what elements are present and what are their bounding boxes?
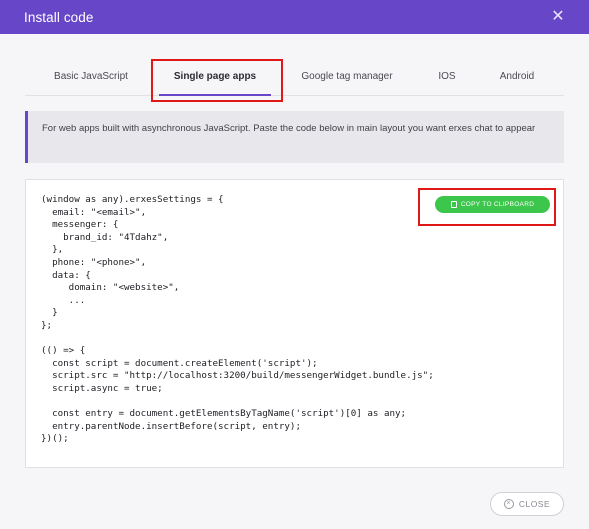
tab-google-tag-manager[interactable]: Google tag manager — [291, 56, 403, 96]
code-block: (window as any).erxesSettings = { email:… — [25, 179, 564, 468]
tab-android[interactable]: Android — [491, 56, 543, 96]
active-tab-indicator — [159, 94, 271, 96]
close-icon[interactable]: ✕ — [549, 8, 567, 26]
info-message: For web apps built with asynchronous Jav… — [25, 111, 564, 163]
close-button[interactable]: × CLOSE — [490, 492, 564, 516]
copy-button-label: COPY TO CLIPBOARD — [460, 201, 535, 208]
info-text: For web apps built with asynchronous Jav… — [42, 123, 536, 134]
close-circle-icon: × — [503, 499, 514, 509]
tab-ios[interactable]: IOS — [425, 56, 469, 96]
tab-basic-javascript[interactable]: Basic JavaScript — [39, 56, 143, 96]
modal-body: Basic JavaScript Single page apps Google… — [0, 34, 589, 529]
code-snippet[interactable]: (window as any).erxesSettings = { email:… — [41, 194, 434, 446]
copy-icon — [450, 201, 457, 208]
tab-bar: Basic JavaScript Single page apps Google… — [25, 56, 564, 96]
copy-to-clipboard-button[interactable]: COPY TO CLIPBOARD — [435, 196, 550, 213]
close-button-label: CLOSE — [518, 499, 551, 509]
tab-single-page-apps[interactable]: Single page apps — [159, 56, 271, 96]
modal-header: Install code ✕ — [0, 0, 589, 34]
modal-title: Install code — [24, 9, 94, 25]
